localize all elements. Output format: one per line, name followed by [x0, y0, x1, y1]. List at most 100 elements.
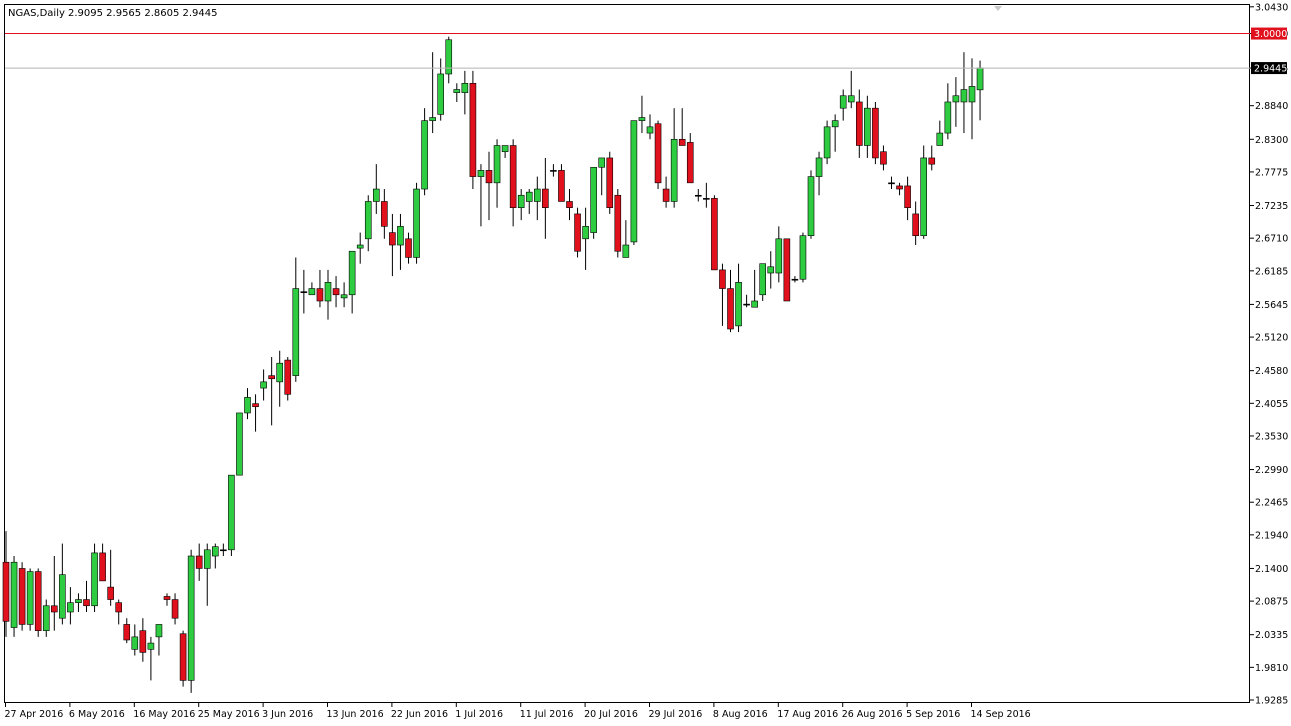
candle-body — [622, 244, 630, 258]
candle-body — [646, 126, 654, 134]
candle-body — [517, 194, 525, 209]
candle-body — [501, 145, 509, 153]
candle-body — [662, 188, 670, 202]
y-tick-label: 2.7235 — [1255, 201, 1288, 212]
candle-body — [348, 250, 356, 296]
candle-body — [525, 191, 533, 202]
candle-body — [485, 170, 493, 184]
y-tick-label: 2.1940 — [1255, 530, 1288, 541]
candle-body — [123, 624, 131, 641]
candle-body — [284, 359, 292, 395]
candle — [26, 568, 34, 631]
candle-body — [171, 599, 179, 619]
candle-body — [558, 170, 565, 202]
candle-body — [566, 201, 573, 209]
candle-body — [807, 176, 815, 236]
x-tick-label: 16 May 2016 — [133, 709, 195, 720]
candle-body — [719, 269, 726, 289]
candle-body — [912, 213, 919, 236]
candle-body — [896, 185, 903, 190]
candle-body — [18, 568, 26, 625]
y-tick-label: 2.3530 — [1255, 431, 1288, 442]
y-tick-label: 1.9810 — [1255, 663, 1288, 674]
candle — [783, 238, 791, 302]
candle — [34, 568, 42, 637]
candle-body — [864, 107, 871, 146]
x-tick-label: 17 Aug 2016 — [777, 709, 838, 720]
candle-body — [115, 602, 122, 613]
candle-body — [356, 244, 364, 249]
y-tick-label: 1.9285 — [1255, 696, 1288, 707]
candle-body — [823, 126, 831, 159]
candle-body — [2, 561, 10, 622]
candle-body — [638, 117, 646, 121]
candle-body — [155, 624, 163, 638]
y-tick-label: 2.8300 — [1255, 135, 1288, 146]
candle-body — [944, 101, 952, 134]
candle-body — [904, 185, 911, 209]
candle-body — [888, 182, 895, 185]
symbol-timeframe-label: NGAS,Daily — [8, 8, 65, 19]
candle-body — [606, 157, 614, 209]
x-tick-label: 8 Aug 2016 — [713, 709, 768, 720]
candle-body — [727, 288, 734, 330]
y-tick-label: 2.5120 — [1255, 333, 1288, 344]
y-tick-label: 2.6185 — [1255, 266, 1288, 277]
candle — [91, 543, 98, 612]
y-tick-label: 3.0430 — [1255, 2, 1288, 13]
candle-body — [228, 474, 235, 551]
candle-body — [574, 213, 581, 252]
candle-body — [268, 375, 275, 380]
candle-body — [550, 170, 557, 172]
candle-body — [855, 101, 863, 146]
level-price-label: 3.0000 — [1254, 29, 1287, 40]
current-price-label: 2.9445 — [1254, 64, 1287, 75]
x-tick-label: 13 Jun 2016 — [327, 709, 384, 720]
x-tick-label: 25 May 2016 — [198, 709, 260, 720]
candle-body — [542, 188, 549, 209]
candle-body — [767, 266, 775, 274]
candle-body — [920, 157, 928, 236]
candle-body — [324, 282, 332, 302]
candle-body — [276, 362, 284, 383]
candle-body — [815, 157, 823, 177]
x-tick-label: 29 Jul 2016 — [649, 709, 703, 720]
candle — [187, 549, 195, 693]
candle — [630, 120, 638, 246]
candle — [236, 412, 243, 476]
candle-body — [743, 303, 750, 306]
candle — [711, 195, 718, 271]
candle-body — [332, 288, 340, 296]
candle — [421, 108, 428, 196]
ohlc-readout: 2.9095 2.9565 2.8605 2.9445 — [68, 8, 218, 19]
candle-body — [413, 188, 420, 258]
candle-body — [952, 95, 960, 103]
candle-body — [936, 132, 944, 146]
x-axis: 27 Apr 2016 6 May 2016 16 May 2016 25 May 2… — [5, 703, 1031, 720]
candle — [872, 101, 879, 165]
candle-body — [10, 561, 18, 628]
candle — [590, 166, 597, 239]
candle-body — [880, 151, 887, 165]
x-tick-label: 26 Aug 2016 — [842, 709, 903, 720]
candle-body — [397, 226, 404, 246]
candle-body — [139, 630, 147, 653]
candle — [228, 474, 235, 557]
candle — [469, 70, 477, 190]
candle-body — [872, 107, 879, 159]
candle — [284, 356, 292, 401]
candle-body — [252, 403, 259, 408]
candle-body — [308, 288, 316, 296]
candle — [606, 151, 614, 214]
price-chart[interactable]: NGAS,Daily 2.9095 2.9565 2.8605 2.9445 3… — [0, 0, 1291, 726]
candle-body — [453, 89, 461, 93]
candle-body — [678, 138, 686, 146]
candle-body — [799, 235, 807, 280]
y-tick-label: 2.6710 — [1255, 234, 1288, 245]
candle-body — [847, 95, 855, 103]
y-tick-label: 2.0875 — [1255, 597, 1288, 608]
candle-body — [703, 198, 710, 200]
x-tick-label: 1 Jul 2016 — [455, 709, 503, 720]
candle-body — [751, 300, 758, 308]
candle-body — [582, 226, 589, 240]
